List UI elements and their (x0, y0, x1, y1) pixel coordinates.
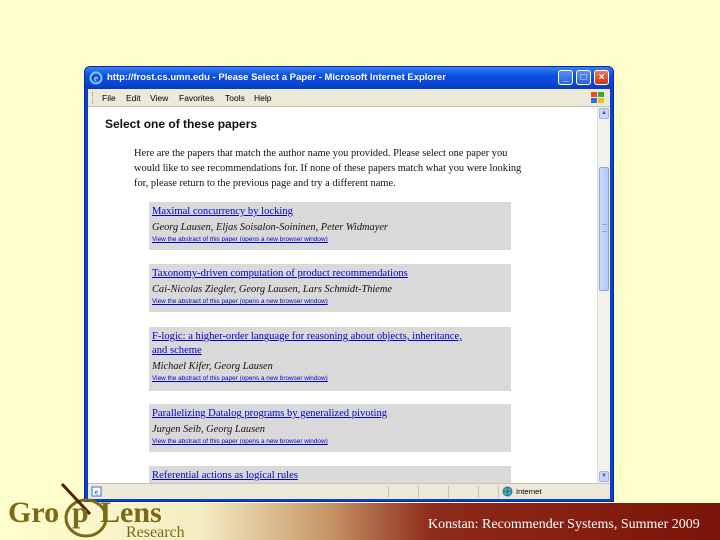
abstract-link[interactable]: View the abstract of this paper (opens a… (152, 297, 508, 307)
grouplens-logo: Gro p Lens Research (8, 482, 185, 540)
page-heading: Select one of these papers (105, 117, 258, 131)
menu-bar: File Edit View Favorites Tools Help (88, 89, 610, 107)
menu-view[interactable]: View (150, 89, 168, 107)
close-button[interactable]: × (594, 70, 609, 85)
abstract-link[interactable]: View the abstract of this paper (opens a… (152, 437, 508, 447)
intro-text: Here are the papers that match the autho… (134, 148, 522, 189)
paper-authors: Michael Kifer, Georg Lausen (152, 361, 273, 372)
paper-title-link[interactable]: F-logic: a higher-order language for rea… (152, 330, 462, 358)
vertical-scrollbar[interactable]: ▲ ▼ (597, 107, 610, 483)
slide-footer: Konstan: Recommender Systems, Summer 200… (428, 517, 700, 532)
status-divider (418, 486, 419, 498)
svg-text:Gro: Gro (8, 496, 59, 529)
paper-title-link[interactable]: Maximal concurrency by locking (152, 205, 508, 219)
paper-title-link[interactable]: Parallelizing Datalog programs by genera… (152, 407, 508, 421)
globe-icon (502, 486, 513, 497)
title-bar[interactable]: e http://frost.cs.umn.edu - Please Selec… (85, 67, 613, 89)
window-title: http://frost.cs.umn.edu - Please Select … (107, 72, 446, 83)
abstract-link[interactable]: View the abstract of this paper (opens a… (152, 374, 508, 384)
scroll-down-icon[interactable]: ▼ (599, 471, 609, 482)
page-content: Select one of these papers Here are the … (88, 107, 597, 483)
security-zone-label: Internet (516, 487, 542, 496)
browser-window: e http://frost.cs.umn.edu - Please Selec… (84, 66, 614, 502)
menu-edit[interactable]: Edit (126, 89, 141, 107)
svg-text:Research: Research (126, 524, 185, 540)
paper-title-link[interactable]: Taxonomy-driven computation of product r… (152, 267, 508, 281)
status-divider (388, 486, 389, 498)
menu-file[interactable]: File (102, 89, 116, 107)
paper-card: Parallelizing Datalog programs by genera… (149, 404, 511, 452)
status-divider (498, 486, 499, 498)
menu-tools[interactable]: Tools (225, 89, 245, 107)
abstract-link[interactable]: View the abstract of this paper (opens a… (152, 235, 508, 245)
paper-card: Maximal concurrency by locking Georg Lau… (149, 202, 511, 250)
menu-help[interactable]: Help (254, 89, 271, 107)
scroll-up-icon[interactable]: ▲ (599, 108, 609, 119)
paper-authors: Cai-Nicolas Ziegler, Georg Lausen, Lars … (152, 284, 393, 295)
status-divider (448, 486, 449, 498)
paper-card: F-logic: a higher-order language for rea… (149, 327, 511, 391)
minimize-button[interactable]: _ (558, 70, 573, 85)
menu-grip (92, 92, 96, 104)
paper-authors: Jurgen Seib, Georg Lausen (152, 424, 265, 435)
maximize-button[interactable]: □ (576, 70, 591, 85)
menu-favorites[interactable]: Favorites (179, 89, 214, 107)
svg-text:e: e (94, 74, 99, 85)
svg-text:p: p (72, 496, 89, 529)
paper-card: Taxonomy-driven computation of product r… (149, 264, 511, 312)
ie-icon: e (89, 71, 103, 85)
scroll-thumb[interactable] (599, 167, 609, 291)
windows-logo-icon (591, 92, 604, 103)
status-divider (478, 486, 479, 498)
paper-authors: Georg Lausen, Eljas Soisalon-Soininen, P… (152, 222, 388, 233)
